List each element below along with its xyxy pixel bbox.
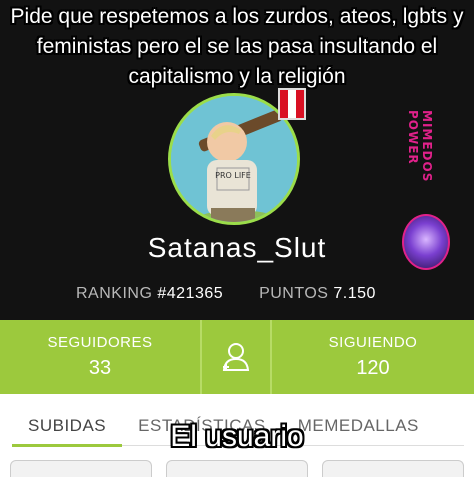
followers-label: SEGUIDORES	[47, 334, 153, 351]
points-value: 7.150	[333, 285, 376, 302]
uploads-grid	[10, 460, 464, 477]
meme-caption-bottom: El usuario	[170, 420, 304, 453]
username: Satanas_Slut	[147, 232, 327, 263]
upload-thumbnail[interactable]	[10, 460, 152, 477]
side-logo: MIMEDOS POWER	[406, 110, 434, 183]
follow-button[interactable]	[200, 320, 272, 394]
ranking-label: RANKING	[76, 285, 153, 302]
ranking-value: #421365	[157, 285, 224, 302]
following-label: SIGUIENDO	[328, 334, 418, 351]
followers-value: 33	[88, 357, 112, 379]
upload-thumbnail[interactable]	[322, 460, 464, 477]
peru-flag-icon	[278, 88, 306, 120]
stats-bar: SEGUIDORES 33 SIGUIENDO 120	[0, 320, 474, 394]
meme-caption-top: Pide que respetemos a los zurdos, ateos,…	[10, 5, 464, 88]
upload-thumbnail[interactable]	[166, 460, 308, 477]
following-value: 120	[356, 357, 390, 379]
avatar-sign-text: PRO LIFE	[215, 171, 251, 180]
points-label: PUNTOS	[259, 285, 329, 302]
followers-stat[interactable]: SEGUIDORES 33	[0, 320, 200, 394]
following-stat[interactable]: SIGUIENDO 120	[272, 320, 474, 394]
add-user-icon	[222, 343, 250, 371]
ranking-points-line: RANKING #421365 PUNTOS 7.150	[76, 285, 376, 303]
